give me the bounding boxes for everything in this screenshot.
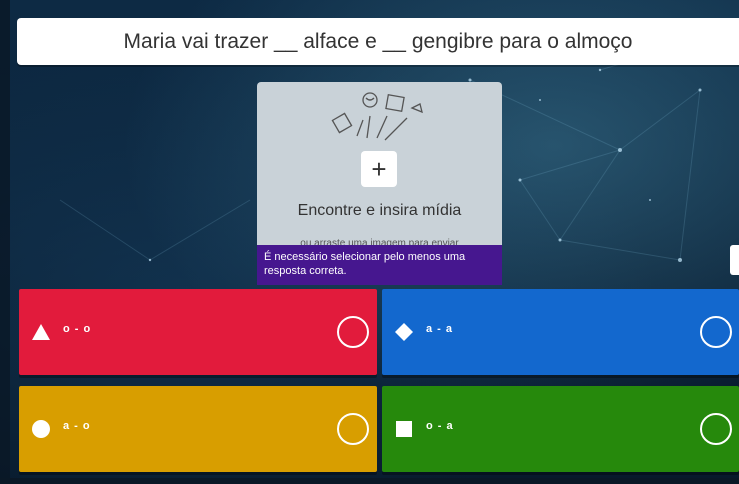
media-title: Encontre e insira mídia [297, 202, 462, 219]
answer-option-4[interactable]: o - a [382, 386, 739, 472]
plus-icon: + [371, 154, 387, 184]
answer-option-2[interactable]: a - a [382, 289, 739, 375]
correct-answer-checkbox[interactable] [700, 413, 732, 445]
question-text: Maria vai trazer __ alface e __ gengibre… [123, 29, 633, 53]
add-media-button[interactable]: + [361, 151, 397, 187]
validation-tooltip: É necessário selecionar pelo menos uma r… [257, 245, 502, 285]
answer-label: o - o [63, 323, 92, 335]
bottom-edge [0, 478, 739, 484]
correct-answer-checkbox[interactable] [337, 413, 369, 445]
left-edge [0, 0, 10, 484]
correct-answer-checkbox[interactable] [337, 316, 369, 348]
tooltip-text: É necessário selecionar pelo menos uma r… [264, 251, 466, 277]
answer-label: a - o [63, 420, 91, 432]
circle-icon [32, 420, 50, 438]
triangle-icon [32, 324, 50, 340]
answer-label: a - a [426, 323, 454, 335]
media-upload-area[interactable]: + Encontre e insira mídia ou arraste uma… [257, 82, 502, 272]
side-panel-toggle-button[interactable] [730, 245, 739, 275]
media-illustration-icon [331, 92, 423, 141]
answer-label: o - a [426, 420, 454, 432]
answer-option-1[interactable]: o - o [19, 289, 377, 375]
answer-option-3[interactable]: a - o [19, 386, 377, 472]
square-icon [396, 421, 412, 437]
question-title-input[interactable]: Maria vai trazer __ alface e __ gengibre… [17, 18, 739, 65]
correct-answer-checkbox[interactable] [700, 316, 732, 348]
diamond-icon [395, 323, 413, 341]
